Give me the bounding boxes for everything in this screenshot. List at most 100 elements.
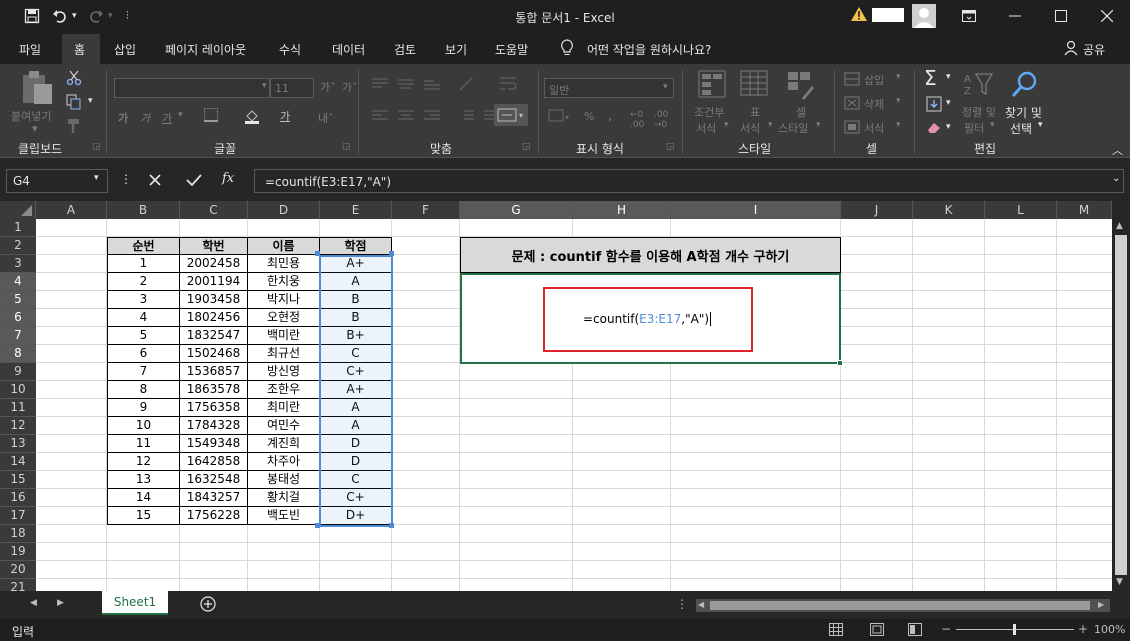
row-header[interactable]: 17: [0, 507, 36, 525]
scroll-right-icon[interactable]: ▶: [1098, 600, 1104, 609]
find-select-dropdown-icon[interactable]: ▾: [1038, 120, 1043, 130]
confirm-entry-icon[interactable]: [186, 173, 202, 190]
table-cell[interactable]: 1549348: [180, 435, 248, 453]
table-header-cell[interactable]: 이름: [248, 237, 320, 255]
insert-cells-label[interactable]: 삽입: [864, 72, 884, 88]
clear-dropdown-icon[interactable]: ▾: [946, 122, 951, 132]
worksheet-grid[interactable]: A B C D E F G H I J K L M 1 2 3 4 5 6 7 8 9 10 11 1…: [0, 201, 1130, 597]
tab-formulas[interactable]: 수식: [279, 41, 301, 58]
table-cell[interactable]: 9: [107, 399, 180, 417]
alignment-launcher-icon[interactable]: ◲: [522, 142, 531, 152]
fill-dropdown-icon[interactable]: ▾: [946, 98, 951, 108]
table-cell[interactable]: 1502468: [180, 345, 248, 363]
vertical-scroll-thumb[interactable]: [1115, 235, 1127, 575]
formula-input[interactable]: =countif(E3:E17,"A"): [254, 169, 1124, 193]
scroll-up-icon[interactable]: ▲: [1116, 221, 1123, 231]
table-cell[interactable]: 조한우: [248, 381, 320, 399]
tab-home[interactable]: 홈: [74, 41, 85, 58]
table-cell[interactable]: 2001194: [180, 273, 248, 291]
row-header[interactable]: 11: [0, 399, 36, 417]
range-handle[interactable]: [389, 523, 394, 528]
align-top-icon[interactable]: [372, 78, 388, 93]
row-header[interactable]: 12: [0, 417, 36, 435]
row-header[interactable]: 10: [0, 381, 36, 399]
table-cell[interactable]: 최민용: [248, 255, 320, 273]
format-cells-label[interactable]: 서식: [864, 120, 884, 136]
bold-icon[interactable]: 가: [118, 110, 128, 126]
table-header-cell[interactable]: 학번: [180, 237, 248, 255]
find-select-icon[interactable]: [1010, 70, 1040, 103]
wrap-text-icon[interactable]: [500, 76, 517, 95]
table-cell[interactable]: 12: [107, 453, 180, 471]
column-header-b[interactable]: B: [107, 201, 180, 219]
table-cell[interactable]: 최규선: [248, 345, 320, 363]
row-header[interactable]: 3: [0, 255, 36, 273]
table-cell[interactable]: 1832547: [180, 327, 248, 345]
tab-review[interactable]: 검토: [394, 41, 416, 58]
share-button[interactable]: 공유: [1083, 41, 1105, 58]
table-cell[interactable]: 1: [107, 255, 180, 273]
increase-indent-icon[interactable]: [478, 110, 494, 125]
cancel-entry-icon[interactable]: [148, 173, 162, 190]
tab-file[interactable]: 파일: [19, 41, 41, 58]
row-header[interactable]: 4: [0, 273, 36, 291]
column-header-l[interactable]: L: [985, 201, 1057, 219]
table-cell[interactable]: 백도빈: [248, 507, 320, 525]
delete-cells-icon[interactable]: [844, 96, 860, 113]
format-cells-icon[interactable]: [844, 120, 860, 137]
align-middle-icon[interactable]: [398, 78, 414, 93]
fill-color-icon[interactable]: [244, 108, 260, 127]
conditional-formatting-dropdown-icon[interactable]: ▾: [724, 120, 729, 130]
row-header[interactable]: 1: [0, 219, 36, 237]
insert-cells-dropdown-icon[interactable]: ▾: [896, 72, 901, 82]
grow-font-icon[interactable]: 가ˆ: [320, 79, 336, 95]
range-handle[interactable]: [315, 523, 320, 528]
cut-icon[interactable]: [66, 70, 82, 89]
table-cell[interactable]: 1784328: [180, 417, 248, 435]
scroll-down-icon[interactable]: ▼: [1116, 577, 1123, 587]
table-cell[interactable]: 1536857: [180, 363, 248, 381]
font-name-combo[interactable]: [114, 78, 270, 98]
select-all-corner[interactable]: [0, 201, 36, 219]
page-layout-view-icon[interactable]: [870, 623, 884, 639]
increase-decimal-icon[interactable]: ←0.00: [630, 110, 644, 130]
cell-styles-icon[interactable]: [786, 70, 816, 103]
table-cell[interactable]: 14: [107, 489, 180, 507]
table-cell[interactable]: 여민수: [248, 417, 320, 435]
zoom-out-icon[interactable]: −: [941, 622, 951, 636]
table-cell[interactable]: 방신영: [248, 363, 320, 381]
column-header-m[interactable]: M: [1057, 201, 1112, 219]
sheet-scroll-left-icon[interactable]: ◀: [30, 598, 37, 608]
delete-cells-label[interactable]: 삭제: [864, 96, 884, 112]
column-header-e[interactable]: E: [320, 201, 392, 219]
tab-insert[interactable]: 삽입: [114, 41, 136, 58]
underline-icon[interactable]: 가: [162, 110, 172, 126]
percent-icon[interactable]: %: [584, 110, 594, 123]
underline-dropdown-icon[interactable]: ▾: [178, 110, 183, 120]
table-cell[interactable]: 1903458: [180, 291, 248, 309]
horizontal-scroll-thumb[interactable]: [710, 601, 1090, 610]
table-cell[interactable]: 1802456: [180, 309, 248, 327]
row-header[interactable]: 2: [0, 237, 36, 255]
formula-bar-options-icon[interactable]: ⋮: [120, 172, 132, 186]
zoom-slider-thumb[interactable]: [1013, 624, 1016, 635]
name-box[interactable]: G4: [6, 169, 108, 193]
align-right-icon[interactable]: [424, 110, 440, 125]
row-header[interactable]: 18: [0, 525, 36, 543]
sort-filter-icon[interactable]: AZ: [964, 70, 996, 101]
tab-view[interactable]: 보기: [445, 41, 467, 58]
new-sheet-icon[interactable]: [200, 596, 216, 615]
vertical-scrollbar[interactable]: ▲ ▼: [1112, 201, 1130, 591]
table-cell[interactable]: 오현정: [248, 309, 320, 327]
table-cell[interactable]: 봉태성: [248, 471, 320, 489]
table-cell[interactable]: 1863578: [180, 381, 248, 399]
format-as-table-label[interactable]: 표: [750, 104, 760, 120]
align-left-icon[interactable]: [372, 110, 388, 125]
sheet-tab-sheet1[interactable]: Sheet1: [102, 591, 168, 615]
avatar[interactable]: [912, 4, 936, 28]
conditional-formatting-label-2[interactable]: 서식: [696, 120, 716, 136]
range-handle[interactable]: [315, 251, 320, 256]
name-box-dropdown-icon[interactable]: ▾: [94, 173, 99, 183]
delete-cells-dropdown-icon[interactable]: ▾: [896, 96, 901, 106]
minimize-icon[interactable]: [992, 0, 1038, 32]
